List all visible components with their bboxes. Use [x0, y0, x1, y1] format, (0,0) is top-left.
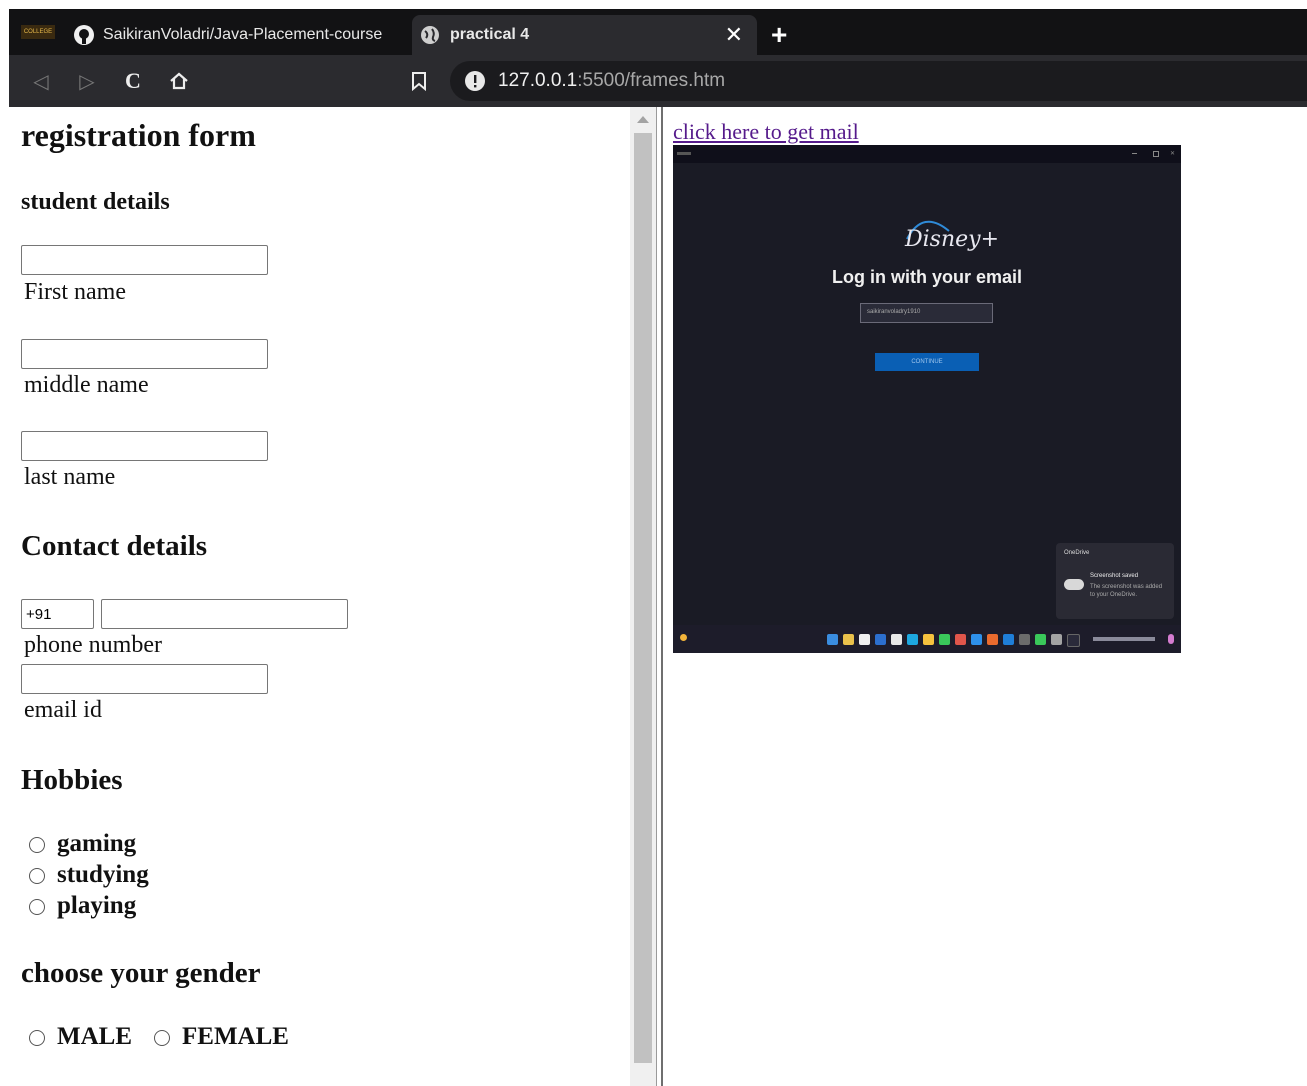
first-name-label: First name [24, 279, 126, 305]
phone-number-input[interactable] [101, 599, 348, 629]
onedrive-toast: OneDrive Screenshot saved The screenshot… [1056, 543, 1174, 619]
female-label: FEMALE [182, 1023, 289, 1050]
disney-logo: Disney+ [905, 227, 1000, 252]
cloud-icon [1064, 579, 1084, 590]
window-titlebar: ✕ [673, 145, 1181, 163]
info-icon [465, 71, 485, 91]
email-label: email id [24, 697, 102, 723]
student-details-heading: student details [21, 189, 170, 215]
playing-radio[interactable] [29, 899, 45, 915]
app-icon [1003, 634, 1014, 645]
scroll-up-icon[interactable] [637, 116, 649, 123]
right-frame: click here to get mail ✕ Disney+ Log in … [663, 107, 1307, 1086]
app-icon [955, 634, 966, 645]
address-bar[interactable]: 127.0.0.1:5500/frames.htm [450, 61, 1307, 101]
hobbies-heading: Hobbies [21, 764, 123, 796]
tab-label: SaikiranVoladri/Java-Placement-course [103, 26, 383, 43]
middle-name-label: middle name [24, 372, 149, 398]
app-icon [939, 634, 950, 645]
email-input[interactable] [21, 664, 268, 694]
disney-login-screenshot: ✕ Disney+ Log in with your email saikira… [673, 145, 1181, 653]
forward-icon[interactable]: ▷ [75, 69, 99, 93]
last-name-label: last name [24, 464, 116, 490]
toast-body: The screenshot was added to your OneDriv… [1090, 584, 1163, 598]
tab-bar: COLLEGE SaikiranVoladri/Java-Placement-c… [9, 9, 1307, 55]
taskbar [673, 625, 1181, 653]
vscode-icon [971, 634, 982, 645]
app-icon [1019, 634, 1030, 645]
edge-icon [907, 634, 918, 645]
contact-details-heading: Contact details [21, 530, 208, 562]
weather-icon [680, 634, 687, 641]
first-name-input[interactable] [21, 245, 268, 275]
playing-label: playing [57, 892, 137, 919]
app-icon [1067, 634, 1080, 647]
page-title: registration form [21, 117, 256, 153]
toast-title: Screenshot saved [1090, 573, 1139, 579]
url-host: 127.0.0.1 [498, 70, 578, 91]
new-tab-button[interactable]: + [771, 15, 801, 55]
back-icon[interactable]: ◁ [29, 69, 53, 93]
college-tab-icon[interactable]: COLLEGE [21, 25, 55, 39]
gaming-radio[interactable] [29, 837, 45, 853]
notification-icon [1168, 634, 1174, 644]
toolbar: ◁ ▷ C 127.0.0.1:5500/frames.htm [9, 55, 1307, 107]
country-code-input[interactable] [21, 599, 94, 629]
url-path: :5500/frames.htm [577, 70, 726, 91]
male-radio[interactable] [29, 1030, 45, 1046]
continue-button: CONTINUE [875, 353, 979, 371]
studying-label: studying [57, 861, 149, 888]
gender-heading: choose your gender [21, 957, 261, 989]
toast-app: OneDrive [1064, 550, 1090, 556]
close-tab-icon[interactable]: ✕ [725, 22, 743, 48]
home-icon[interactable] [167, 69, 191, 93]
app-icon [1035, 634, 1046, 645]
email-field: saikiranvoladry1910 [860, 303, 993, 323]
left-frame-scrollbar[interactable] [630, 107, 656, 1086]
scroll-thumb[interactable] [634, 133, 652, 1063]
login-heading: Log in with your email [831, 267, 1022, 287]
browser-chrome: COLLEGE SaikiranVoladri/Java-Placement-c… [9, 9, 1307, 107]
last-name-input[interactable] [21, 431, 268, 461]
frame-divider[interactable] [656, 107, 663, 1086]
female-radio[interactable] [154, 1030, 170, 1046]
globe-icon [421, 26, 439, 44]
reload-icon[interactable]: C [121, 68, 145, 93]
studying-radio[interactable] [29, 868, 45, 884]
github-icon [74, 25, 94, 45]
left-frame: registration form student details First … [9, 107, 630, 1086]
app-icon [987, 634, 998, 645]
tab-github[interactable]: SaikiranVoladri/Java-Placement-course [67, 15, 407, 55]
middle-name-input[interactable] [21, 339, 268, 369]
app-icon [1051, 634, 1062, 645]
phone-number-label: phone number [24, 632, 162, 658]
tab-practical-4[interactable]: practical 4 ✕ [412, 15, 757, 55]
gaming-label: gaming [57, 830, 137, 857]
tab-label: practical 4 [450, 26, 530, 43]
bookmark-icon[interactable] [407, 69, 431, 93]
start-icon [827, 634, 838, 645]
explorer-icon [843, 634, 854, 645]
app-icon [891, 634, 902, 645]
get-mail-link[interactable]: click here to get mail [673, 119, 859, 145]
app-icon [875, 634, 886, 645]
male-label: MALE [57, 1023, 132, 1050]
app-icon [923, 634, 934, 645]
notepad-icon [859, 634, 870, 645]
tray-icons [1093, 637, 1155, 641]
